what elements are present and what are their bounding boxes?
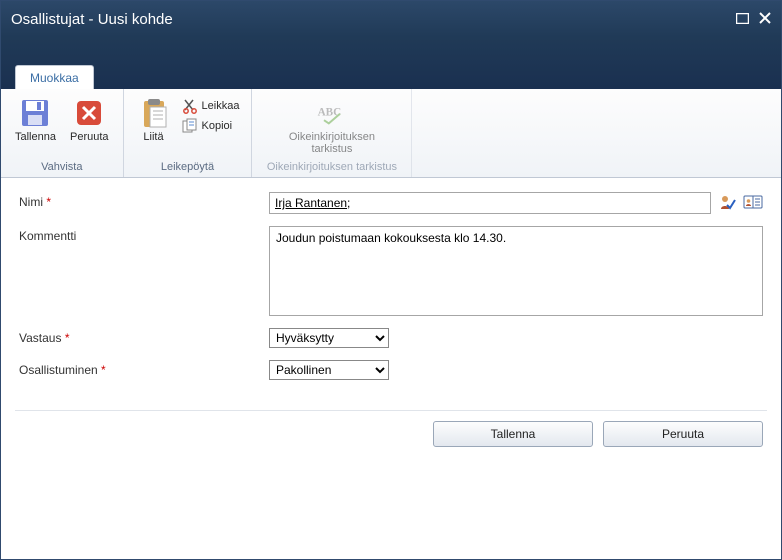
comment-textarea[interactable]	[269, 226, 763, 316]
label-name: Nimi *	[19, 192, 269, 209]
name-input[interactable]: Irja Rantanen ;	[269, 192, 711, 214]
browse-people-button[interactable]	[743, 192, 763, 212]
copy-label: Kopioi	[202, 120, 233, 132]
required-asterisk: *	[101, 363, 106, 377]
row-response: Vastaus * Hyväksytty	[19, 328, 763, 348]
tab-edit[interactable]: Muokkaa	[15, 65, 94, 89]
save-icon	[19, 97, 51, 129]
save-label: Tallenna	[15, 131, 56, 143]
ribbon-group-label-confirm: Vahvista	[41, 157, 82, 175]
label-participation: Osallistuminen *	[19, 360, 269, 377]
window-title: Osallistujat - Uusi kohde	[11, 11, 173, 28]
titlebar-controls	[736, 11, 771, 27]
spellcheck-icon: ABC	[316, 97, 348, 129]
name-suffix: ;	[347, 196, 350, 210]
cut-label: Leikkaa	[202, 100, 240, 112]
cut-button[interactable]: Leikkaa	[180, 97, 242, 115]
close-icon[interactable]	[759, 11, 771, 27]
label-response: Vastaus *	[19, 328, 269, 345]
spellcheck-button: ABC Oikeinkirjoituksen tarkistus	[285, 95, 379, 157]
copy-icon	[182, 118, 198, 134]
ribbon-group-clipboard: Liitä Leikkaa Kopioi	[124, 89, 253, 177]
ribbon-group-label-spell: Oikeinkirjoituksen tarkistus	[267, 157, 397, 175]
row-participation: Osallistuminen * Pakollinen	[19, 360, 763, 380]
ribbon: Tallenna Peruuta Vahvista Liitä	[1, 89, 781, 178]
check-names-button[interactable]	[717, 192, 737, 212]
tab-row: Muokkaa	[1, 65, 781, 89]
response-select[interactable]: Hyväksytty	[269, 328, 389, 348]
label-response-text: Vastaus	[19, 331, 61, 345]
maximize-icon[interactable]	[736, 11, 749, 27]
dialog-window: Osallistujat - Uusi kohde Muokkaa Tallen…	[0, 0, 782, 560]
paste-icon	[138, 97, 170, 129]
ribbon-group-spellcheck: ABC Oikeinkirjoituksen tarkistus Oikeink…	[252, 89, 412, 177]
ribbon-header: Muokkaa	[1, 37, 781, 89]
label-comment: Kommentti	[19, 226, 269, 243]
cancel-icon	[73, 97, 105, 129]
cancel-label: Peruuta	[70, 131, 109, 143]
cut-icon	[182, 98, 198, 114]
label-name-text: Nimi	[19, 195, 43, 209]
ribbon-group-label-clipboard: Leikepöytä	[161, 157, 214, 175]
save-button[interactable]: Tallenna	[433, 421, 593, 447]
form-area: Nimi * Irja Rantanen ; Kommentti	[1, 178, 781, 406]
cancel-button[interactable]: Peruuta	[603, 421, 763, 447]
ribbon-group-confirm: Tallenna Peruuta Vahvista	[1, 89, 124, 177]
participation-select[interactable]: Pakollinen	[269, 360, 389, 380]
paste-button[interactable]: Liitä	[134, 95, 174, 145]
cancel-button-ribbon[interactable]: Peruuta	[66, 95, 113, 145]
button-row: Tallenna Peruuta	[1, 411, 781, 447]
row-comment: Kommentti	[19, 226, 763, 316]
name-resolved-value: Irja Rantanen	[275, 196, 347, 210]
titlebar: Osallistujat - Uusi kohde	[1, 1, 781, 37]
required-asterisk: *	[46, 195, 51, 209]
spellcheck-label: Oikeinkirjoituksen tarkistus	[289, 131, 375, 155]
required-asterisk: *	[65, 331, 70, 345]
label-participation-text: Osallistuminen	[19, 363, 98, 377]
copy-button[interactable]: Kopioi	[180, 117, 242, 135]
save-button-ribbon[interactable]: Tallenna	[11, 95, 60, 145]
paste-label: Liitä	[143, 131, 163, 143]
row-name: Nimi * Irja Rantanen ;	[19, 192, 763, 214]
